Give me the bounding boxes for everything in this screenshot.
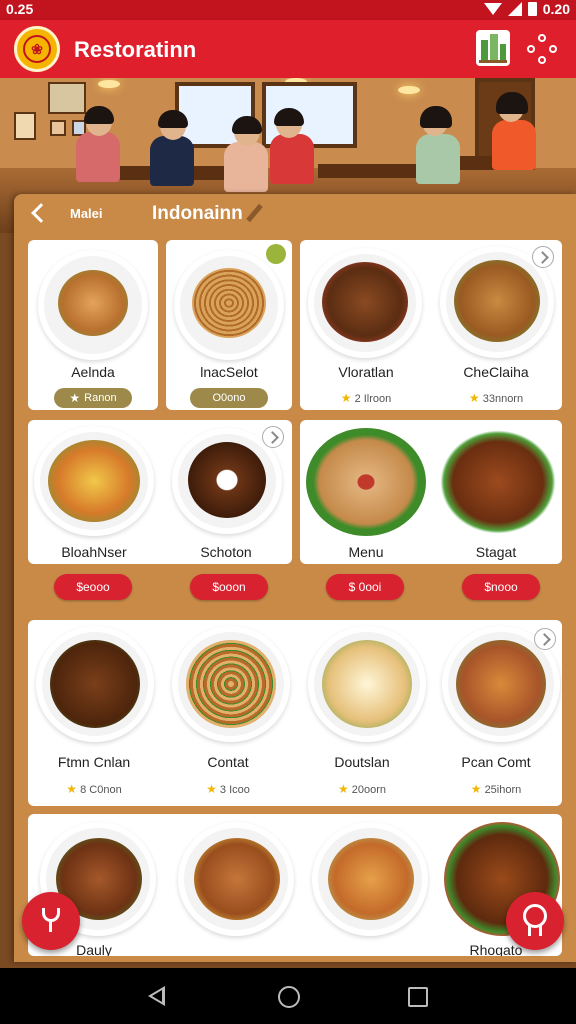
rating: ★ 8 C0non xyxy=(28,782,160,796)
chevron-icon[interactable] xyxy=(534,628,556,650)
star-icon: ★ xyxy=(66,782,78,796)
award-fab-button[interactable] xyxy=(506,892,564,950)
star-icon: ★ xyxy=(69,391,81,405)
breadcrumb[interactable]: Malei xyxy=(70,206,103,221)
price-button[interactable]: $ooon xyxy=(190,574,268,600)
dish-card[interactable]: Dauly Rhogato xyxy=(28,814,562,956)
price-button[interactable]: $nooo xyxy=(462,574,540,600)
tag-badge[interactable]: O0ono xyxy=(190,388,268,408)
dish-name: BloahNser xyxy=(61,544,127,560)
system-nav-bar xyxy=(0,968,576,1024)
app-bar: ❀ Restoratinn xyxy=(0,20,576,78)
panel-header: Malei Indonainn xyxy=(14,194,576,234)
star-icon: ★ xyxy=(468,391,480,405)
badge-text: Ranon xyxy=(84,392,117,404)
dish-name: CheClaiha xyxy=(463,364,529,380)
dish-card[interactable]: Ftmn Cnlan ★ 8 C0non Contat ★ 3 Icoo Dou… xyxy=(28,620,562,806)
dish-name: Stagat xyxy=(475,544,517,560)
dish-name: Ftmn Cnlan xyxy=(57,754,131,770)
nav-recents-icon[interactable] xyxy=(408,987,428,1007)
wine-glass-icon xyxy=(42,908,60,922)
tag-badge[interactable]: ★ Ranon xyxy=(54,388,132,408)
rating-text: 25ihorn xyxy=(484,784,522,796)
dish-name: Vloratlan xyxy=(338,364,394,380)
nav-back-icon[interactable] xyxy=(148,986,165,1006)
dish-card[interactable]: BloahNser Schoton xyxy=(28,420,292,564)
rating-text: 8 C0non xyxy=(80,784,122,796)
chevron-right-icon[interactable] xyxy=(532,246,554,268)
menu-dots-icon[interactable] xyxy=(527,34,557,64)
dish-card[interactable]: Aelnda ★ Ranon xyxy=(28,240,158,410)
app-title: Restoratinn xyxy=(74,37,197,62)
dish-name: Pcan Comt xyxy=(461,754,531,770)
status-time: 0.25 xyxy=(6,1,34,17)
rating-text: 2 Ilroon xyxy=(354,393,392,405)
battery-icon xyxy=(527,2,537,16)
store-icon[interactable] xyxy=(476,30,510,66)
dish-name: Doutslan xyxy=(334,754,390,770)
menu-panel: Malei Indonainn Aelnda ★ Ranon lnacSelot … xyxy=(14,194,576,962)
chevron-icon[interactable] xyxy=(262,426,284,448)
dish-card[interactable]: Vloratlan ★ 2 Ilroon CheClaiha ★ 33nnorn xyxy=(300,240,562,410)
price-button[interactable]: $eooo xyxy=(54,574,132,600)
back-icon[interactable] xyxy=(28,202,50,224)
restaurant-logo-icon[interactable]: ❀ xyxy=(14,26,60,72)
star-icon: ★ xyxy=(470,782,482,796)
dish-name: Menu xyxy=(348,544,384,560)
drinks-fab-button[interactable] xyxy=(22,892,80,950)
award-icon xyxy=(523,904,547,928)
rating: ★ 20oorn xyxy=(296,782,428,796)
dish-name: Schoton xyxy=(200,544,252,560)
badge-text: O0ono xyxy=(212,392,246,404)
star-icon: ★ xyxy=(337,782,349,796)
signal-icon xyxy=(507,2,522,16)
edit-icon[interactable] xyxy=(246,204,264,222)
rating-text: 33nnorn xyxy=(482,393,524,405)
panel-title: Indonainn xyxy=(152,203,243,224)
rating: ★ 2 Ilroon xyxy=(300,391,432,405)
dish-name: Aelnda xyxy=(71,364,115,380)
nav-home-icon[interactable] xyxy=(278,986,300,1008)
battery-text: 0.20 xyxy=(542,1,570,17)
rating: ★ 33nnorn xyxy=(430,391,562,405)
rating: ★ 3 Icoo xyxy=(162,782,294,796)
rating-text: 20oorn xyxy=(351,784,387,796)
rating-text: 3 Icoo xyxy=(219,784,250,796)
price-button[interactable]: $ 0ooi xyxy=(326,574,404,600)
star-icon: ★ xyxy=(340,391,352,405)
dish-name: lnacSelot xyxy=(200,364,258,380)
wifi-icon xyxy=(483,3,502,15)
dish-card[interactable]: Menu Stagat xyxy=(300,420,562,564)
rating: ★ 25ihorn xyxy=(430,782,562,796)
dish-card[interactable]: lnacSelot O0ono xyxy=(166,240,292,410)
status-bar: 0.25 0.20 xyxy=(0,0,576,20)
star-icon: ★ xyxy=(206,782,217,796)
dish-name: Contat xyxy=(207,754,249,770)
